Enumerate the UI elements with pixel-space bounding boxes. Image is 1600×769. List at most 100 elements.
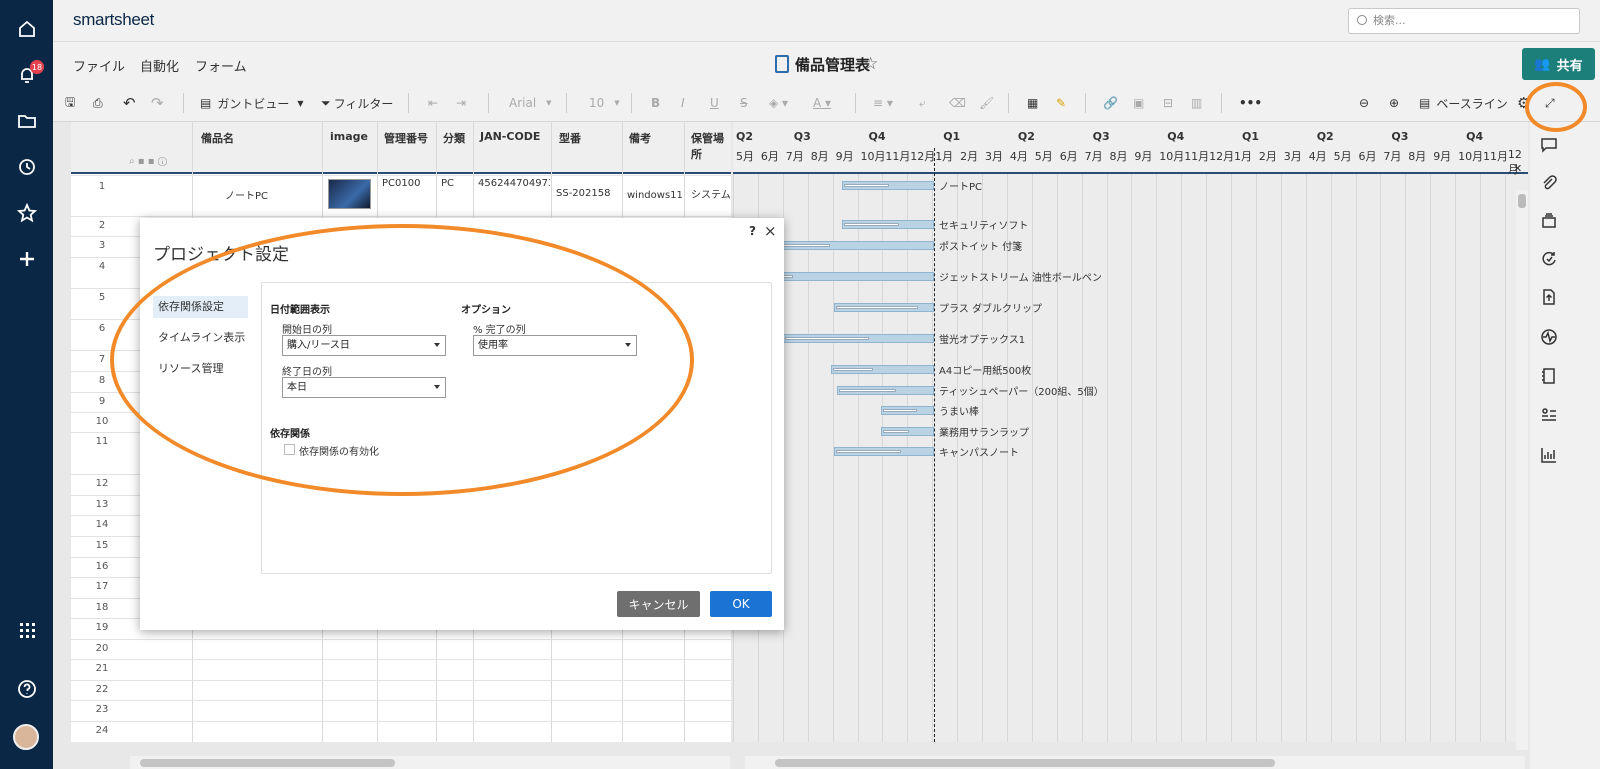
zoom-out-icon[interactable]: ⊖ xyxy=(1359,93,1369,113)
close-icon[interactable]: ✕ xyxy=(1513,162,1522,175)
italic-icon[interactable]: I xyxy=(681,93,685,113)
ok-button[interactable]: OK xyxy=(710,591,772,617)
scroll-thumb[interactable] xyxy=(140,759,395,767)
row-number[interactable]: 13 xyxy=(71,499,133,510)
gantt-bar[interactable] xyxy=(783,334,934,343)
highlight-icon[interactable]: ✎ xyxy=(1056,93,1066,113)
close-icon[interactable]: × xyxy=(764,222,777,240)
format-painter-icon[interactable]: 🖌 xyxy=(979,93,994,113)
horizontal-scrollbar-gantt[interactable] xyxy=(745,756,1525,769)
column-header-note[interactable]: 備考 xyxy=(629,130,651,146)
row-number[interactable]: 17 xyxy=(71,581,133,592)
row-number[interactable]: 14 xyxy=(71,519,133,530)
cell-jan[interactable]: 4562447049739 xyxy=(478,178,550,189)
row-number[interactable]: 1 xyxy=(71,181,133,192)
row-number[interactable]: 18 xyxy=(71,602,133,613)
laptop-image[interactable] xyxy=(328,179,371,209)
row-number[interactable]: 22 xyxy=(71,684,133,695)
menu-file[interactable]: ファイル xyxy=(73,56,125,75)
favorite-star-icon[interactable]: ☆ xyxy=(863,54,878,74)
gantt-bar[interactable] xyxy=(881,427,934,436)
comment-icon[interactable] xyxy=(1540,136,1560,156)
cell-note[interactable]: windows11対応 xyxy=(627,186,683,201)
home-icon[interactable] xyxy=(14,16,39,41)
row-number[interactable]: 5 xyxy=(71,292,133,303)
align-icon[interactable]: ≡ ▾ xyxy=(873,93,893,113)
strikethrough-icon[interactable]: S xyxy=(740,93,748,113)
scroll-thumb[interactable] xyxy=(1518,194,1526,208)
cell-category[interactable]: PC xyxy=(441,178,454,189)
help-icon[interactable]: ? xyxy=(749,224,756,238)
row-number[interactable]: 23 xyxy=(71,704,133,715)
help-icon[interactable] xyxy=(14,676,39,701)
star-icon[interactable] xyxy=(14,200,39,225)
row-number[interactable]: 19 xyxy=(71,622,133,633)
proofing-icon[interactable] xyxy=(1540,212,1560,232)
attachment-icon[interactable] xyxy=(1540,174,1560,194)
row-number[interactable]: 15 xyxy=(71,540,133,551)
cell-location[interactable]: システム xyxy=(691,186,731,201)
column-header-location[interactable]: 保管場所 xyxy=(691,130,731,162)
row-number[interactable]: 20 xyxy=(71,643,133,654)
menu-forms[interactable]: フォーム xyxy=(195,56,247,75)
row-number[interactable]: 10 xyxy=(71,416,133,427)
smartsheet-logo[interactable]: smartsheet xyxy=(73,10,154,30)
row-number[interactable]: 12 xyxy=(71,478,133,489)
menu-automation[interactable]: 自動化 xyxy=(140,56,179,75)
font-size-select[interactable]: 10 ▼ xyxy=(589,93,620,113)
cell-name[interactable]: ノートPC xyxy=(225,187,268,202)
clock-icon[interactable] xyxy=(14,154,39,179)
text-color-icon[interactable]: A ▾ xyxy=(813,93,831,113)
redo-icon[interactable]: ↷ xyxy=(151,93,164,113)
gantt-bar[interactable] xyxy=(834,303,934,312)
cancel-button[interactable]: キャンセル xyxy=(617,591,700,617)
row-number[interactable]: 4 xyxy=(71,261,133,272)
print-icon[interactable]: ⎙ xyxy=(93,93,103,113)
column-header-jan[interactable]: JAN-CODE xyxy=(480,130,540,143)
user-avatar[interactable] xyxy=(13,724,39,750)
publish-icon[interactable] xyxy=(1540,288,1560,308)
save-icon[interactable]: 🖫 xyxy=(65,93,75,113)
font-select[interactable]: Arial ▼ xyxy=(509,93,552,113)
gantt-bar[interactable] xyxy=(831,365,934,374)
row-number[interactable]: 3 xyxy=(71,240,133,251)
indent-icon[interactable]: ⇥ xyxy=(456,93,466,113)
column-header-category[interactable]: 分類 xyxy=(443,130,465,146)
more-icon[interactable]: ••• xyxy=(1239,93,1262,113)
wrap-text-icon[interactable]: ⤶ xyxy=(919,93,926,113)
gantt-bar[interactable] xyxy=(881,406,934,415)
vertical-scrollbar[interactable] xyxy=(1516,190,1528,750)
chart-icon[interactable] xyxy=(1540,446,1560,466)
baseline-button[interactable]: ▤ ベースライン xyxy=(1419,93,1508,113)
gantt-bar[interactable] xyxy=(837,386,934,395)
hierarchy-icon[interactable]: ⊟ xyxy=(1163,93,1173,113)
grid-icon[interactable]: ▦ xyxy=(1027,93,1038,113)
gantt-bar[interactable] xyxy=(842,220,934,229)
column-icon[interactable]: ▥ xyxy=(1191,93,1202,113)
underline-icon[interactable]: U xyxy=(710,93,719,113)
gantt-bar[interactable] xyxy=(842,181,934,190)
resource-icon[interactable] xyxy=(1540,406,1560,426)
sheet-title[interactable]: 備品管理表 xyxy=(795,54,870,75)
bold-icon[interactable]: B xyxy=(651,93,660,113)
column-header-model[interactable]: 型番 xyxy=(559,130,581,146)
row-number[interactable]: 16 xyxy=(71,561,133,572)
pulse-icon[interactable] xyxy=(1540,328,1560,348)
outdent-icon[interactable]: ⇤ xyxy=(428,93,438,113)
undo-icon[interactable]: ↶ xyxy=(123,93,136,113)
gantt-view-button[interactable]: ▤ ガントビュー ▼ xyxy=(200,93,304,113)
image-icon[interactable]: ▣ xyxy=(1133,93,1144,113)
folder-icon[interactable] xyxy=(14,108,39,133)
share-button[interactable]: 👥 共有 xyxy=(1522,48,1595,80)
gantt-bar[interactable] xyxy=(834,447,934,456)
column-header-mgmt-no[interactable]: 管理番号 xyxy=(384,130,428,146)
plus-icon[interactable] xyxy=(14,246,39,271)
filter-button[interactable]: ⏷ フィルター xyxy=(321,93,393,113)
row-number[interactable]: 21 xyxy=(71,663,133,674)
row-number[interactable]: 2 xyxy=(71,220,133,231)
row-number[interactable]: 11 xyxy=(71,436,133,447)
link-icon[interactable]: 🔗 xyxy=(1103,93,1118,113)
fill-color-icon[interactable]: ◈ ▾ xyxy=(769,93,788,113)
cell-model[interactable]: SS-202158 xyxy=(556,188,610,199)
activity-log-icon[interactable] xyxy=(1540,250,1560,270)
